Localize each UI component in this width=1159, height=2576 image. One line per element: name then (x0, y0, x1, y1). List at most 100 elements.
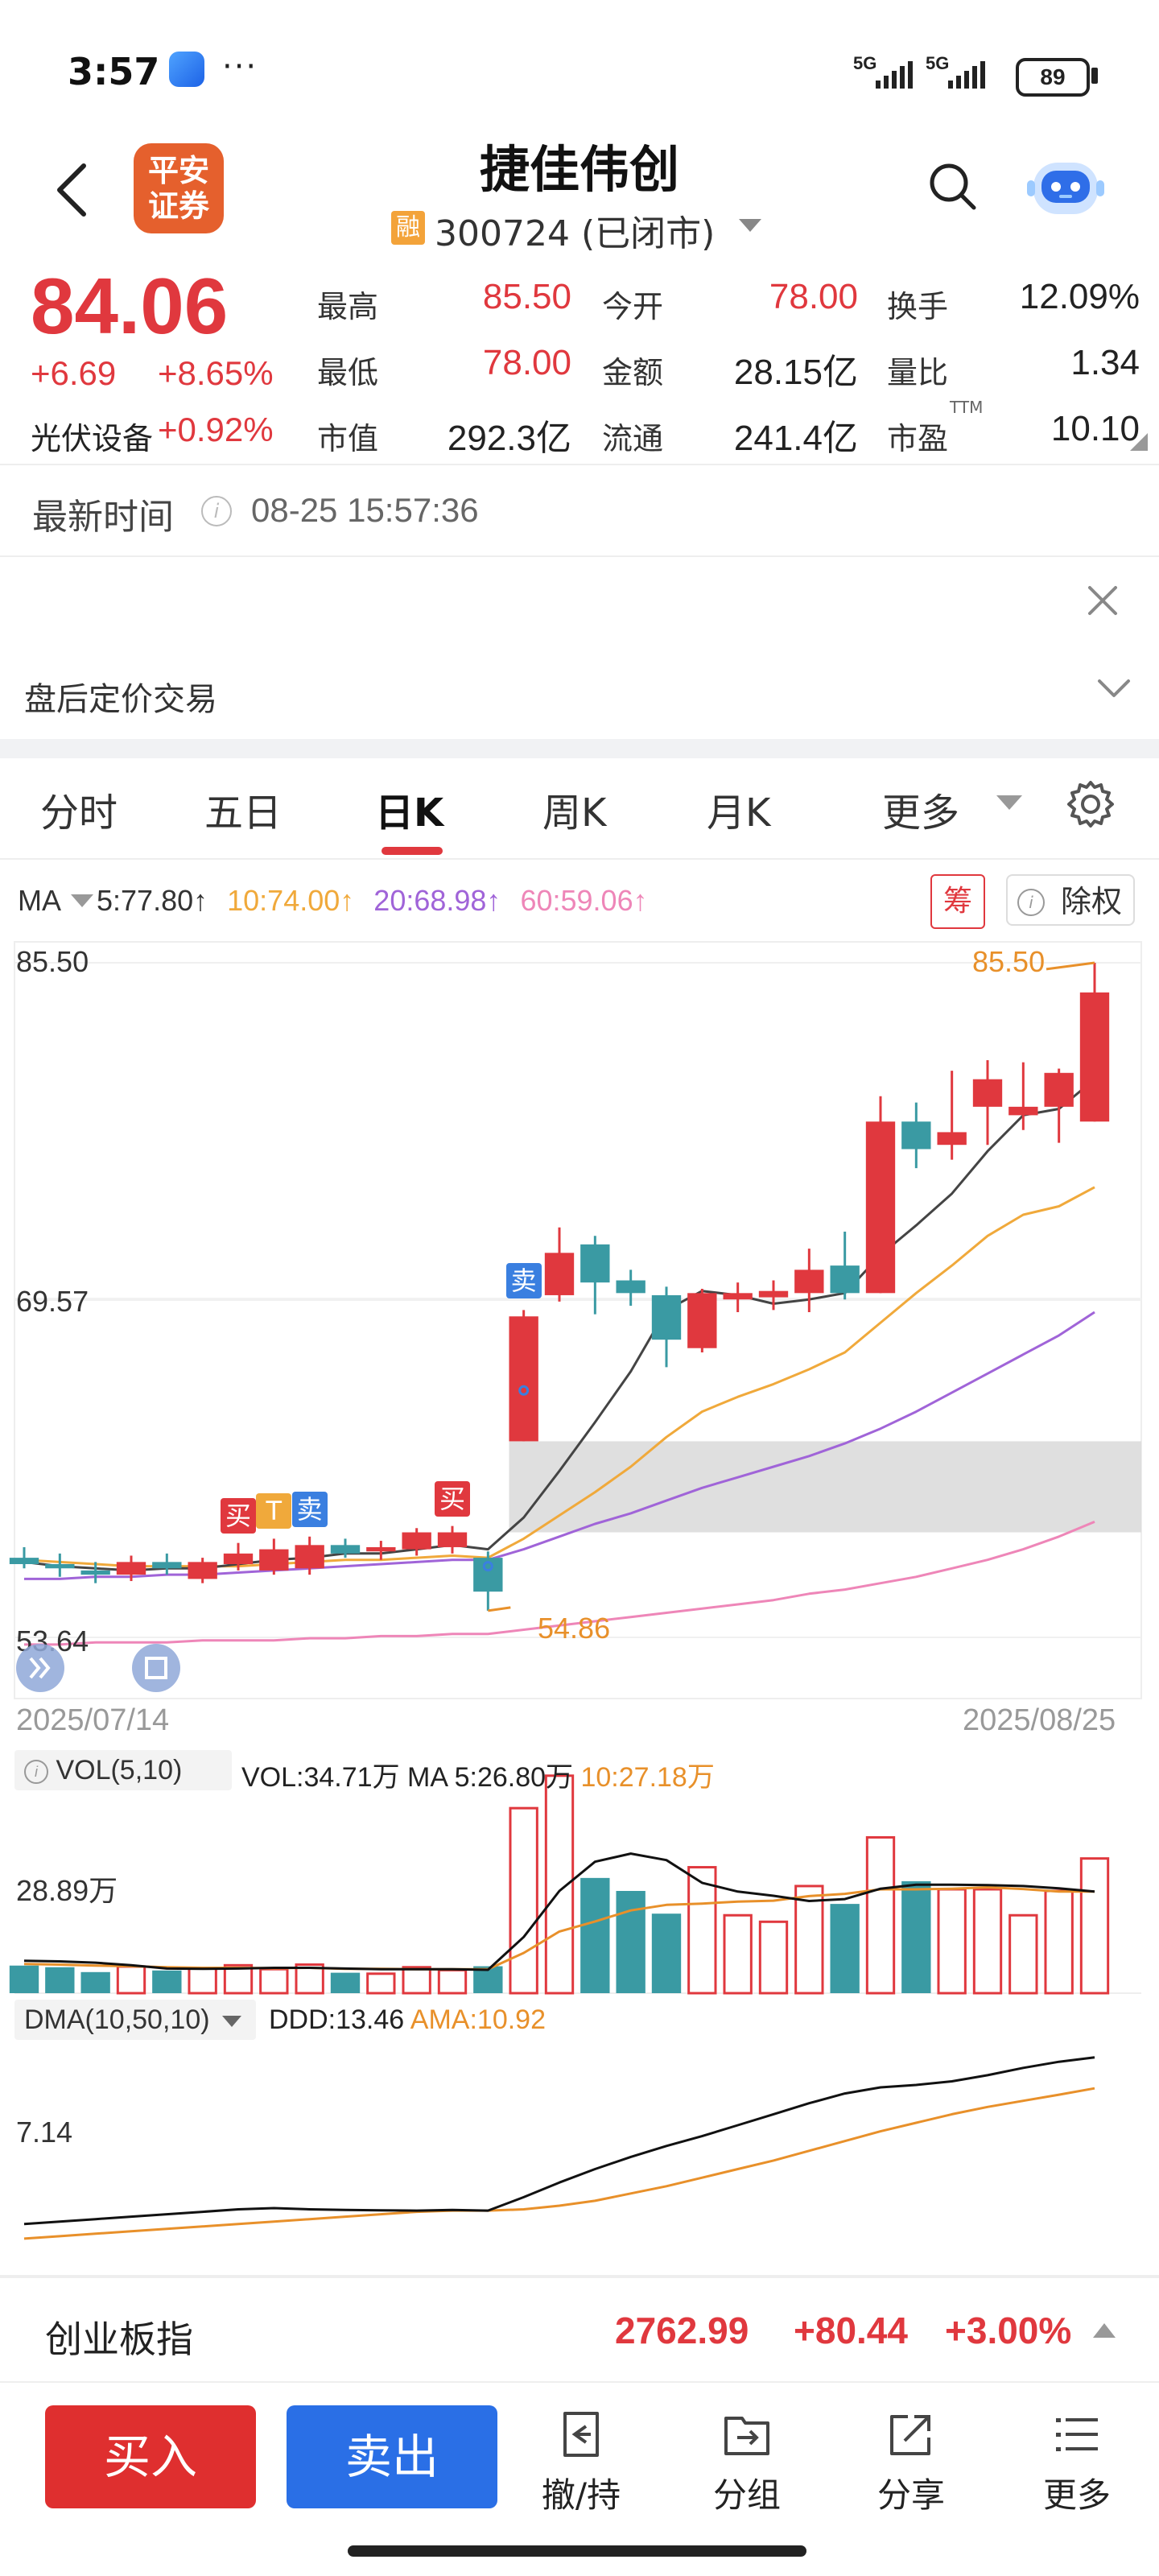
volume-bar (509, 1806, 538, 1995)
price-change-percent: +8.65% (158, 354, 274, 392)
margin-badge: 融 (391, 211, 425, 245)
buy-button[interactable]: 买入 (45, 2405, 256, 2508)
candle-body (580, 1244, 610, 1283)
ai-assistant-robot-icon[interactable] (1027, 151, 1104, 224)
chevron-down-icon[interactable] (996, 795, 1022, 810)
vol-axis-label: 28.89万 (16, 1874, 118, 1907)
gear-icon[interactable] (1064, 778, 1117, 831)
sell-button[interactable]: 卖出 (287, 2405, 497, 2508)
cancel-hold-button[interactable]: 撤/持 (525, 2407, 637, 2517)
quote-value-open: 78.00 (769, 277, 858, 316)
price-axis-label-high: 85.50 (16, 945, 89, 978)
volume-bar (366, 1972, 396, 1995)
candle-body (1079, 992, 1110, 1122)
close-icon[interactable] (1079, 576, 1127, 625)
tab-intraday[interactable]: 分时 (40, 781, 118, 837)
trade-signal-badge[interactable]: T (256, 1493, 292, 1530)
search-icon[interactable] (927, 161, 979, 213)
index-name[interactable]: 创业板指 (45, 2310, 193, 2363)
candle-body (9, 1558, 39, 1564)
volume-bar (616, 1890, 645, 1993)
back-arrow-icon[interactable] (48, 158, 97, 222)
quote-label-high: 最高 (317, 289, 379, 324)
broker-logo: 平安 证券 (134, 143, 224, 233)
quote-value-amount: 28.15亿 (733, 353, 858, 392)
candle-body (687, 1293, 717, 1348)
after-hours-trading[interactable]: 盘后定价交易 (24, 673, 217, 720)
volume-bar (80, 1971, 110, 1993)
quote-label-float-cap: 流通 (602, 421, 664, 456)
candle-body (116, 1562, 146, 1575)
ma5-value: 5:77.80↑ (97, 884, 208, 917)
quote-label-amount: 金额 (602, 355, 664, 390)
volume-bar (259, 1967, 289, 1995)
info-icon[interactable]: i (201, 496, 232, 526)
vol-ma10-value: 10:27.18万 (580, 1762, 715, 1793)
broker-logo-line2: 证券 (147, 188, 209, 224)
signal-icon: 5G 5G (853, 53, 985, 89)
vol-indicator-name: VOL(5,10) (56, 1755, 183, 1785)
kline-chart[interactable] (0, 934, 1159, 2270)
quote-label-low: 最低 (317, 355, 379, 390)
stock-code-status[interactable]: 300724 (已闭市) (435, 204, 715, 256)
share-button[interactable]: 分享 (855, 2407, 967, 2517)
ma-legend: MA 5:77.80↑ 10:74.00↑ 20:68.98↑ 60:59.06↑ (18, 884, 651, 918)
candle-body (152, 1562, 182, 1569)
low-marker-line (488, 1606, 511, 1612)
candle-body (45, 1563, 75, 1569)
tab-daily-k[interactable]: 日K (375, 781, 443, 837)
signal-2-label: 5G (926, 53, 949, 73)
sector-change-percent[interactable]: +0.92% (158, 411, 274, 449)
group-button[interactable]: 分组 (691, 2407, 803, 2517)
tab-more[interactable]: 更多 (882, 781, 959, 837)
quote-value-volume-ratio: 1.34 (1070, 343, 1140, 382)
trade-signal-badge[interactable]: 卖 (291, 1491, 328, 1527)
battery-icon: 89 (1016, 58, 1090, 97)
vol-indicator-label[interactable]: i VOL(5,10) (24, 1755, 182, 1786)
candle-body (544, 1253, 575, 1295)
volume-bar (937, 1888, 967, 1995)
stock-title: 捷佳伟创 (479, 140, 679, 199)
candle-body (330, 1545, 361, 1554)
volume-bar (758, 1920, 789, 1995)
signal-1-label: 5G (853, 53, 876, 73)
ddd-line (23, 2056, 1095, 2226)
quote-label-pe: 市盈 (887, 421, 949, 456)
chevron-down-icon[interactable] (71, 894, 93, 908)
candle-body (1008, 1106, 1038, 1116)
dma-values: DDD:13.46 AMA:10.92 (269, 2004, 546, 2036)
volume-bar (651, 1913, 682, 1993)
quote-label-volume-ratio: 量比 (887, 355, 949, 390)
ma-label[interactable]: MA (18, 884, 61, 917)
trade-signal-badge[interactable]: 卖 (505, 1263, 542, 1299)
chevron-down-icon[interactable] (739, 219, 761, 232)
trade-signal-badge[interactable]: 买 (435, 1480, 470, 1517)
ma10-value: 10:74.00↑ (227, 884, 355, 917)
fullscreen-icon[interactable] (130, 1642, 182, 1694)
divider (0, 555, 1159, 557)
tab-monthly-k[interactable]: 月K (707, 781, 770, 837)
chevron-up-icon[interactable] (1093, 2323, 1116, 2338)
chevron-down-icon[interactable] (1091, 673, 1136, 705)
volume-bar (1044, 1889, 1074, 1995)
sector-name[interactable]: 光伏设备 (31, 414, 153, 458)
divider (0, 2381, 1159, 2383)
tab-weekly-k[interactable]: 周K (542, 781, 606, 837)
cancel-hold-icon (563, 2412, 599, 2457)
high-price-annotation: 85.50 (972, 945, 1046, 978)
more-button[interactable]: 更多 (1021, 2407, 1133, 2517)
expand-corner-icon[interactable] (1130, 433, 1148, 451)
trade-signal-badge[interactable]: 买 (221, 1497, 256, 1534)
share-label: 分享 (876, 2475, 945, 2515)
candle-body (758, 1290, 789, 1298)
volume-bar (901, 1880, 931, 1993)
double-chevron-right-icon[interactable] (14, 1642, 66, 1694)
start-date-label: 2025/07/14 (16, 1703, 170, 1737)
candle-body (651, 1294, 682, 1340)
chip-distribution-button[interactable]: 筹 (930, 874, 985, 929)
dma-indicator-label[interactable]: DMA(10,50,10) (24, 2004, 241, 2036)
candle-body (295, 1545, 324, 1569)
quote-label-open: 今开 (602, 289, 664, 324)
candle-body (437, 1532, 468, 1547)
tab-five-day[interactable]: 五日 (204, 781, 282, 837)
